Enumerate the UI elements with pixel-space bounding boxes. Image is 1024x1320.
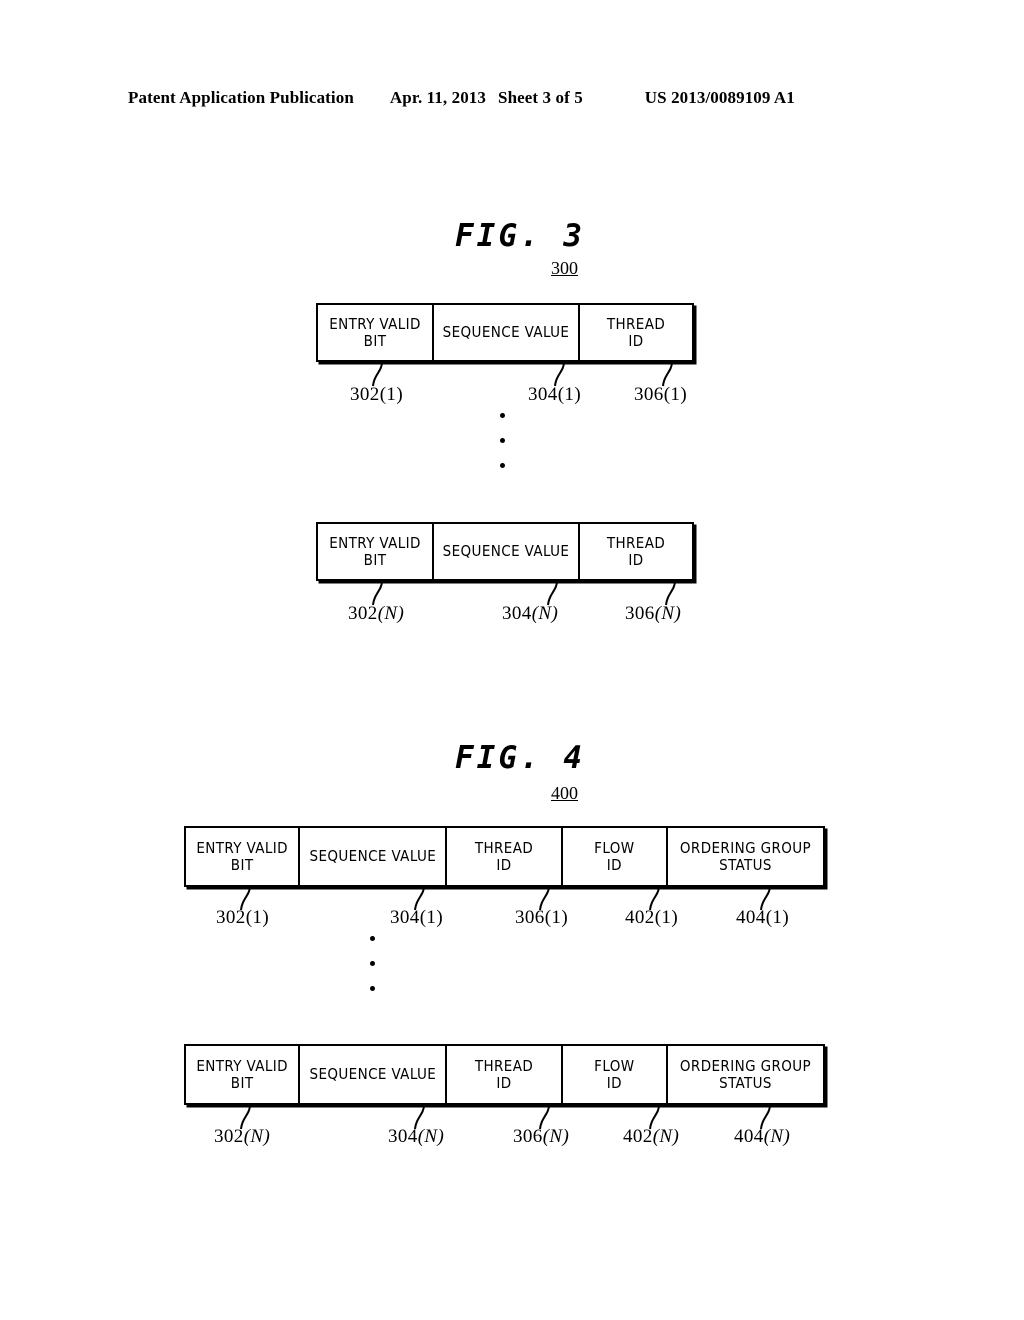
- cell-flow-id-label: FLOW ID: [594, 1056, 635, 1092]
- ref-f4-402-n: 402(N): [623, 1126, 679, 1148]
- cell-flow-id-label: FLOW ID: [594, 838, 635, 874]
- ref-304-n-text: 304: [502, 603, 532, 624]
- cell-thread-id: THREAD ID: [447, 828, 563, 885]
- cell-sequence-value: SEQUENCE VALUE: [300, 1046, 448, 1103]
- ref-f4-306-n-suffix: (N): [542, 1126, 570, 1147]
- cell-thread-id: THREAD ID: [447, 1046, 563, 1103]
- figure-4-reference-numeral: 400: [551, 783, 578, 803]
- header-publication-text: Patent Application Publication: [128, 88, 354, 107]
- ellipsis-dot: [370, 961, 375, 966]
- ref-f4-404-n: 404(N): [734, 1126, 790, 1148]
- cell-sequence-value-label: SEQUENCE VALUE: [309, 1065, 437, 1084]
- ref-f4-404-n-suffix: (N): [763, 1126, 791, 1147]
- cell-thread-id: THREAD ID: [580, 305, 692, 360]
- cell-thread-id-label: THREAD ID: [474, 1056, 534, 1092]
- ellipsis-dot: [500, 413, 505, 418]
- figure-3-record-row-1: ENTRY VALID BIT SEQUENCE VALUE THREAD ID: [316, 303, 694, 362]
- page-header: Patent Application Publication Apr. 11, …: [128, 88, 896, 108]
- figure-4-ellipsis: [370, 936, 380, 991]
- figure-3-title: FIG. 3: [455, 218, 585, 254]
- cell-ordering-group-status-label: ORDERING GROUP STATUS: [679, 1056, 812, 1092]
- header-sheet-text: Sheet 3 of 5: [498, 88, 583, 107]
- figure-4-record-row-n: ENTRY VALID BIT SEQUENCE VALUE THREAD ID…: [184, 1044, 825, 1105]
- ref-306-n-text: 306: [625, 603, 655, 624]
- ref-306-n-suffix: (N): [654, 603, 682, 624]
- ellipsis-dot: [370, 986, 375, 991]
- cell-entry-valid-bit-label: ENTRY VALID BIT: [329, 314, 421, 350]
- ref-f4-304-n-suffix: (N): [417, 1126, 445, 1147]
- cell-entry-valid-bit: ENTRY VALID BIT: [318, 524, 434, 579]
- figure-4-record-row-1: ENTRY VALID BIT SEQUENCE VALUE THREAD ID…: [184, 826, 825, 887]
- ref-302-n-text: 302: [348, 603, 378, 624]
- ref-306-1: 306(1): [634, 384, 688, 405]
- ref-f4-306-n: 306(N): [513, 1126, 569, 1148]
- ref-302-1: 302(1): [350, 384, 404, 405]
- ref-f4-304-1: 304(1): [390, 907, 444, 928]
- cell-sequence-value: SEQUENCE VALUE: [434, 305, 580, 360]
- header-patent-number-text: US 2013/0089109 A1: [644, 88, 795, 107]
- ref-f4-402-n-text: 402: [623, 1126, 653, 1147]
- cell-entry-valid-bit: ENTRY VALID BIT: [318, 305, 434, 360]
- ref-304-n-suffix: (N): [531, 603, 559, 624]
- cell-sequence-value: SEQUENCE VALUE: [434, 524, 580, 579]
- cell-sequence-value-label: SEQUENCE VALUE: [442, 323, 570, 342]
- figure-3-ellipsis: [500, 413, 510, 468]
- ellipsis-dot: [500, 463, 505, 468]
- cell-ordering-group-status: ORDERING GROUP STATUS: [668, 1046, 823, 1103]
- cell-sequence-value: SEQUENCE VALUE: [300, 828, 448, 885]
- ref-302-n: 302(N): [348, 603, 404, 625]
- figure-3-reference-numeral: 300: [551, 258, 578, 278]
- cell-entry-valid-bit: ENTRY VALID BIT: [186, 1046, 301, 1103]
- cell-thread-id: THREAD ID: [580, 524, 692, 579]
- ref-f4-402-n-suffix: (N): [652, 1126, 680, 1147]
- ref-f4-302-n-suffix: (N): [243, 1126, 271, 1147]
- cell-entry-valid-bit: ENTRY VALID BIT: [186, 828, 301, 885]
- ref-306-n: 306(N): [625, 603, 681, 625]
- ref-f4-302-n-text: 302: [214, 1126, 244, 1147]
- ref-302-n-suffix: (N): [377, 603, 405, 624]
- ref-f4-304-n-text: 304: [388, 1126, 418, 1147]
- ref-f4-404-1: 404(1): [736, 907, 790, 928]
- cell-sequence-value-label: SEQUENCE VALUE: [442, 542, 570, 561]
- figure-3-record-row-n: ENTRY VALID BIT SEQUENCE VALUE THREAD ID: [316, 522, 694, 581]
- ellipsis-dot: [370, 936, 375, 941]
- ref-304-n: 304(N): [502, 603, 558, 625]
- ref-f4-404-n-text: 404: [734, 1126, 764, 1147]
- ellipsis-dot: [500, 438, 505, 443]
- ref-f4-402-1: 402(1): [625, 907, 679, 928]
- ref-f4-302-n: 302(N): [214, 1126, 270, 1148]
- cell-sequence-value-label: SEQUENCE VALUE: [309, 847, 437, 866]
- ref-f4-304-n: 304(N): [388, 1126, 444, 1148]
- figure-4-title: FIG. 4: [455, 740, 585, 776]
- header-date-text: Apr. 11, 2013: [389, 88, 487, 107]
- cell-entry-valid-bit-label: ENTRY VALID BIT: [196, 838, 288, 874]
- ref-304-1: 304(1): [528, 384, 582, 405]
- ref-f4-306-n-text: 306: [513, 1126, 543, 1147]
- cell-ordering-group-status: ORDERING GROUP STATUS: [668, 828, 823, 885]
- cell-entry-valid-bit-label: ENTRY VALID BIT: [196, 1056, 288, 1092]
- ref-f4-306-1: 306(1): [515, 907, 569, 928]
- cell-flow-id: FLOW ID: [563, 1046, 668, 1103]
- cell-flow-id: FLOW ID: [563, 828, 668, 885]
- ref-f4-302-1: 302(1): [216, 907, 270, 928]
- cell-thread-id-label: THREAD ID: [606, 314, 666, 350]
- cell-entry-valid-bit-label: ENTRY VALID BIT: [329, 533, 421, 569]
- cell-thread-id-label: THREAD ID: [606, 533, 666, 569]
- cell-ordering-group-status-label: ORDERING GROUP STATUS: [679, 838, 812, 874]
- cell-thread-id-label: THREAD ID: [474, 838, 534, 874]
